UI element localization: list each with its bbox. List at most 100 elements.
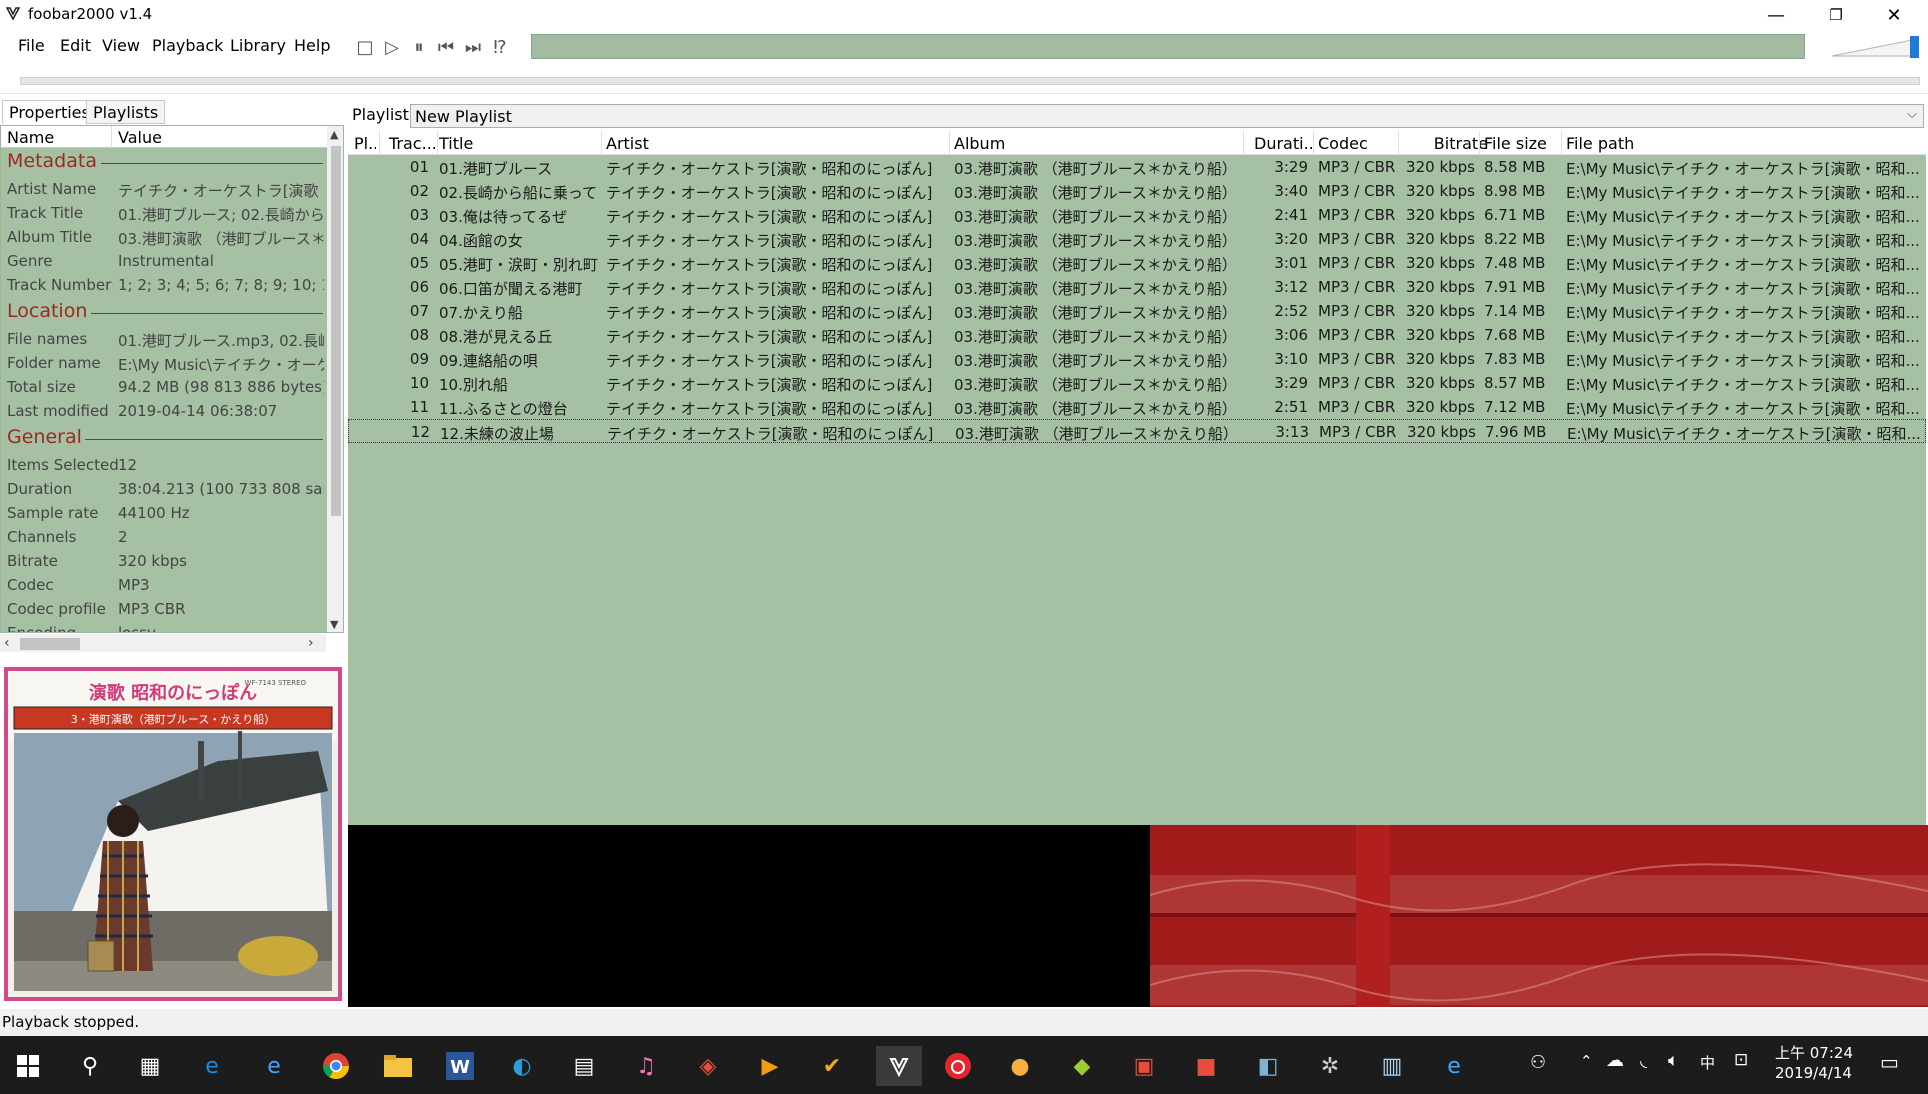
app-icon[interactable]: ◈ xyxy=(688,1046,728,1086)
column-divider[interactable] xyxy=(1479,131,1480,155)
menu-file[interactable]: File xyxy=(12,36,51,55)
column-header-track[interactable]: Trac... xyxy=(389,134,435,153)
column-header-file-path[interactable]: File path xyxy=(1566,134,1766,153)
menu-playback[interactable]: Playback xyxy=(146,36,229,55)
app-icon[interactable]: ✲ xyxy=(1310,1046,1350,1086)
notification-icon[interactable]: ▭ xyxy=(1880,1050,1899,1074)
app-icon[interactable]: ● xyxy=(1000,1046,1040,1086)
media-player-icon[interactable]: ▶ xyxy=(750,1046,790,1086)
app-icon[interactable]: ▣ xyxy=(1124,1046,1164,1086)
playlist-row[interactable]: 04 04.函館の女 テイチク・オーケストラ[演歌・昭和のにっぽん] 03.港町… xyxy=(348,227,1926,251)
column-divider[interactable] xyxy=(601,131,602,155)
cell-file-size: 7.14 MB xyxy=(1484,302,1546,320)
playlist-row-focused[interactable]: 12 12.未練の波止場 テイチク・オーケストラ[演歌・昭和のにっぽん] 03.… xyxy=(348,419,1926,443)
column-header-title[interactable]: Title xyxy=(439,134,579,153)
clock-time[interactable]: 上午 07:24 xyxy=(1775,1042,1853,1063)
column-header-codec[interactable]: Codec xyxy=(1318,134,1398,153)
playlist-row[interactable]: 06 06.口笛が聞える港町 テイチク・オーケストラ[演歌・昭和のにっぽん] 0… xyxy=(348,275,1926,299)
property-value: 01.港町ブルース; 02.長崎から船 xyxy=(118,206,324,224)
column-divider[interactable] xyxy=(379,131,380,155)
column-divider[interactable] xyxy=(1561,131,1562,155)
scroll-right-icon[interactable]: › xyxy=(308,635,314,651)
app-icon[interactable]: ■ xyxy=(1186,1046,1226,1086)
search-icon[interactable]: ⚲ xyxy=(70,1046,110,1086)
scroll-left-icon[interactable]: ‹ xyxy=(4,635,10,651)
chrome-icon[interactable] xyxy=(316,1046,356,1086)
menu-edit[interactable]: Edit xyxy=(54,36,97,55)
column-header-bitrate[interactable]: Bitrate xyxy=(1408,134,1488,153)
cloud-icon[interactable]: ☁ xyxy=(1606,1050,1624,1071)
netease-music-icon[interactable] xyxy=(938,1046,978,1086)
clock-date[interactable]: 2019/4/14 xyxy=(1775,1064,1852,1082)
people-icon[interactable]: ⚇ xyxy=(1530,1052,1546,1073)
playlist-view[interactable]: 01 01.港町ブルース テイチク・オーケストラ[演歌・昭和のにっぽん] 03.… xyxy=(348,155,1926,825)
foobar2000-icon[interactable] xyxy=(876,1046,922,1086)
app-icon[interactable]: ✔ xyxy=(812,1046,852,1086)
start-icon[interactable] xyxy=(8,1046,48,1086)
playlist-row[interactable]: 03 03.俺は待ってるぜ テイチク・オーケストラ[演歌・昭和のにっぽん] 03… xyxy=(348,203,1926,227)
scroll-down-icon[interactable]: ▼ xyxy=(330,618,338,631)
pause-button[interactable]: ⏸ xyxy=(407,35,431,59)
column-header-file-size[interactable]: File size xyxy=(1484,134,1564,153)
app-icon[interactable]: ▥ xyxy=(1372,1046,1412,1086)
cell-title: 05.港町・涙町・別れ町 xyxy=(439,256,598,274)
task-view-icon[interactable]: ▦ xyxy=(130,1046,170,1086)
column-divider[interactable] xyxy=(437,131,438,155)
app-icon[interactable]: ◐ xyxy=(502,1046,542,1086)
playlist-row[interactable]: 02 02.長崎から船に乗って テイチク・オーケストラ[演歌・昭和のにっぽん] … xyxy=(348,179,1926,203)
ie-icon[interactable]: e xyxy=(1434,1046,1474,1086)
stop-button[interactable]: □ xyxy=(353,35,377,59)
scroll-up-icon[interactable]: ▲ xyxy=(330,128,338,141)
column-divider[interactable] xyxy=(1243,131,1244,155)
volume-icon[interactable]: 🔈︎ xyxy=(1668,1050,1679,1071)
close-button[interactable]: ✕ xyxy=(1866,0,1922,30)
tab-playlists[interactable]: Playlists xyxy=(86,100,166,124)
playlist-row[interactable]: 05 05.港町・涙町・別れ町 テイチク・オーケストラ[演歌・昭和のにっぽん] … xyxy=(348,251,1926,275)
menu-library[interactable]: Library xyxy=(224,36,292,55)
properties-header: Name Value xyxy=(1,126,327,148)
column-divider[interactable] xyxy=(1398,131,1399,155)
chevron-up-icon[interactable]: ⌃ xyxy=(1580,1052,1593,1070)
tab-properties[interactable]: Properties xyxy=(2,100,97,124)
playlist-row[interactable]: 08 08.港が見える丘 テイチク・オーケストラ[演歌・昭和のにっぽん] 03.… xyxy=(348,323,1926,347)
column-header-duration[interactable]: Durati... xyxy=(1254,134,1314,153)
column-header-playing[interactable]: Pl... xyxy=(354,134,376,153)
name-column-header[interactable]: Name xyxy=(7,128,54,147)
column-header-album[interactable]: Album xyxy=(954,134,1244,153)
column-divider[interactable] xyxy=(1313,131,1314,155)
menu-view[interactable]: View xyxy=(96,36,146,55)
minimize-button[interactable]: — xyxy=(1748,0,1804,30)
column-header-artist[interactable]: Artist xyxy=(606,134,906,153)
playlist-row[interactable]: 10 10.別れ船 テイチク・オーケストラ[演歌・昭和のにっぽん] 03.港町演… xyxy=(348,371,1926,395)
calendar-icon[interactable]: ▤ xyxy=(564,1046,604,1086)
playlist-row[interactable]: 11 11.ふるさとの燈台 テイチク・オーケストラ[演歌・昭和のにっぽん] 03… xyxy=(348,395,1926,419)
word-icon[interactable]: W xyxy=(440,1046,480,1086)
menu-help[interactable]: Help xyxy=(288,36,336,55)
scroll-thumb[interactable] xyxy=(20,638,80,650)
app-icon[interactable]: ◆ xyxy=(1062,1046,1102,1086)
seek-bar[interactable] xyxy=(20,77,1920,85)
app-icon[interactable]: ◧ xyxy=(1248,1046,1288,1086)
next-button[interactable]: ⏭ xyxy=(461,35,485,59)
column-divider[interactable] xyxy=(111,126,112,148)
column-divider[interactable] xyxy=(949,131,950,155)
play-button[interactable]: ▷ xyxy=(380,35,404,59)
property-name: Items Selected xyxy=(7,456,119,474)
ie-icon[interactable]: e xyxy=(254,1046,294,1086)
playlist-row[interactable]: 07 07.かえり船 テイチク・オーケストラ[演歌・昭和のにっぽん] 03.港町… xyxy=(348,299,1926,323)
network-icon[interactable]: ◟ xyxy=(1640,1050,1647,1071)
value-column-header[interactable]: Value xyxy=(118,128,162,147)
playlist-row[interactable]: 09 09.連絡船の唄 テイチク・オーケストラ[演歌・昭和のにっぽん] 03.港… xyxy=(348,347,1926,371)
itunes-icon[interactable]: ♫ xyxy=(626,1046,666,1086)
playlist-row[interactable]: 01 01.港町ブルース テイチク・オーケストラ[演歌・昭和のにっぽん] 03.… xyxy=(348,155,1926,179)
volume-slider[interactable] xyxy=(1830,34,1920,60)
ime-indicator[interactable]: 中 xyxy=(1700,1052,1715,1073)
file-explorer-icon[interactable] xyxy=(378,1046,418,1086)
input-mode-icon[interactable]: ⊡ xyxy=(1734,1050,1748,1070)
playlist-dropdown[interactable]: New Playlist ⌵ xyxy=(410,104,1924,128)
previous-button[interactable]: ⏮ xyxy=(434,35,458,59)
restore-button[interactable]: ❐ xyxy=(1808,0,1864,30)
random-button[interactable]: ⁉ xyxy=(488,35,512,59)
scroll-thumb[interactable] xyxy=(331,146,341,516)
edge-icon[interactable]: e xyxy=(192,1046,232,1086)
